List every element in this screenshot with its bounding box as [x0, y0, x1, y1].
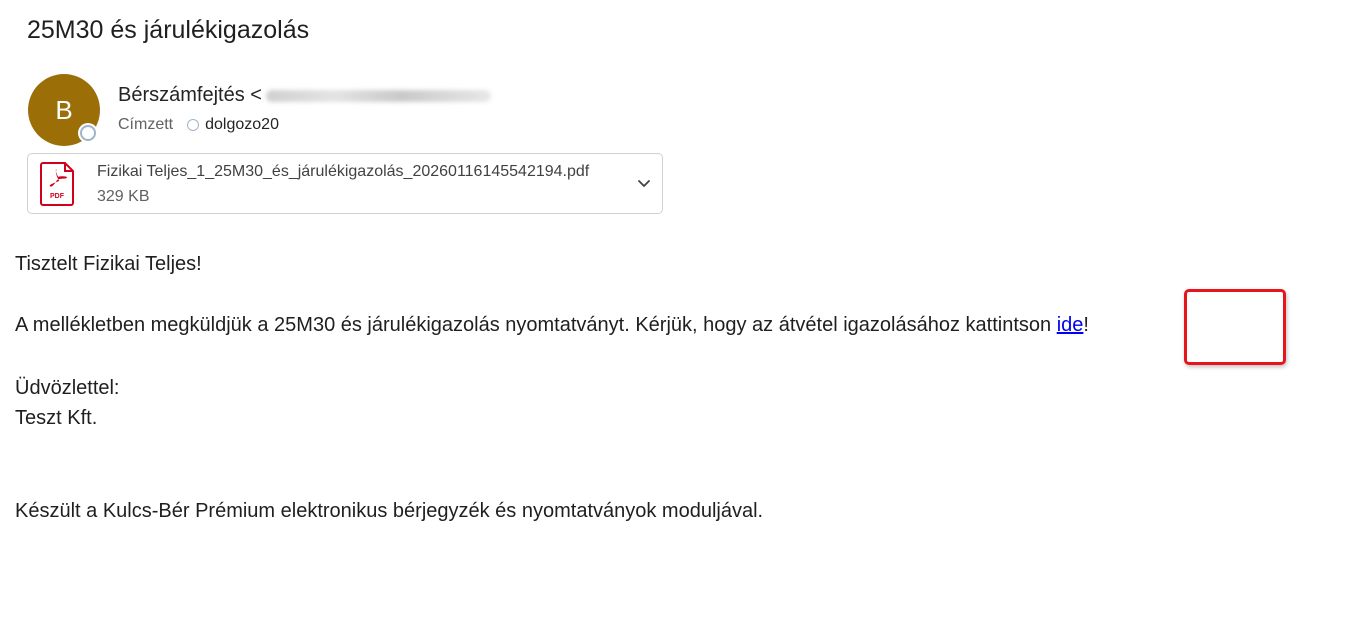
to-label: Címzett: [118, 116, 174, 133]
recipient-presence-icon: [187, 119, 200, 131]
attachment-file-name[interactable]: Fizikai Teljes_1_25M30_és_járulékigazolá…: [97, 163, 589, 181]
sender-name: Bérszámfejtés <: [118, 84, 262, 106]
avatar-initial: B: [55, 94, 73, 125]
pdf-icon: PDF: [40, 162, 74, 206]
recipient-name[interactable]: dolgozo20: [205, 116, 279, 134]
sender-line[interactable]: Bérszámfejtés <: [118, 84, 491, 107]
body-main-end: !: [1083, 314, 1089, 336]
pdf-icon-label: PDF: [50, 193, 65, 200]
link-highlight-box: [1184, 289, 1286, 365]
greeting: Tisztelt Fizikai Teljes!: [15, 253, 202, 275]
body-main-paragraph: A mellékletben megküldjük a 25M30 és jár…: [15, 314, 1089, 337]
confirm-link[interactable]: ide: [1057, 314, 1084, 336]
attachment-file-size: 329 KB: [97, 188, 150, 205]
signature: Teszt Kft.: [15, 407, 98, 429]
footer-note: Készült a Kulcs-Bér Prémium elektronikus…: [15, 500, 764, 522]
attachment-card[interactable]: PDF Fizikai Teljes_1_25M30_és_járulékiga…: [27, 153, 663, 214]
recipient-row: Címzett dolgozo20: [118, 116, 279, 134]
chevron-down-icon[interactable]: [636, 175, 652, 191]
redacted-email: [265, 89, 491, 102]
email-subject: 25M30 és járulékigazolás: [27, 16, 310, 44]
closing: Üdvözlettel:: [15, 377, 120, 399]
presence-status-icon: [80, 125, 96, 141]
body-main-text: A mellékletben megküldjük a 25M30 és jár…: [15, 314, 1057, 336]
